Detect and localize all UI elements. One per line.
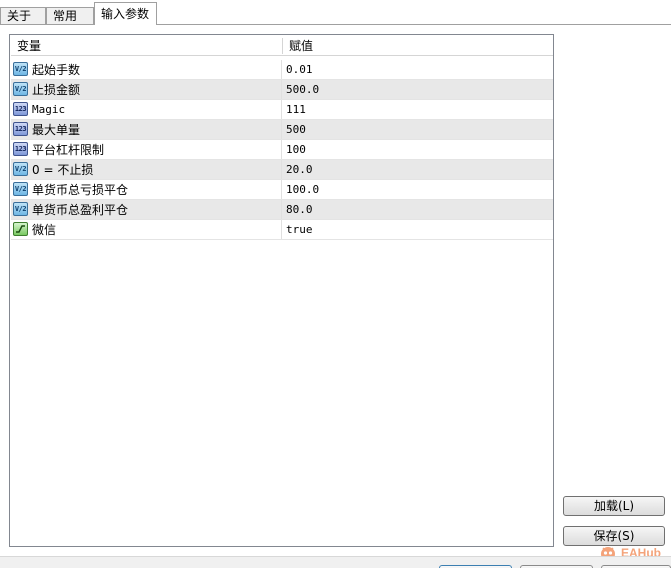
- double-type-icon: V/2: [13, 202, 28, 216]
- table-row[interactable]: 123 Magic 111: [11, 100, 553, 120]
- parameter-name: 单货币总盈利平仓: [32, 203, 129, 217]
- parameter-value[interactable]: true: [283, 220, 553, 239]
- name-cell: V/2 起始手数: [11, 60, 282, 79]
- name-cell: V/2 单货币总盈利平仓: [11, 200, 282, 219]
- table-row[interactable]: 123 最大单量 500: [11, 120, 553, 140]
- grid-rows: V/2 起始手数 0.01 V/2 止损金额 500.0 123 Magic 1…: [11, 60, 553, 240]
- parameter-name: 0 = 不止损: [32, 163, 94, 177]
- tab-input-parameters-label: 输入参数: [101, 7, 150, 21]
- parameter-name: 最大单量: [32, 123, 81, 137]
- tab-about[interactable]: 关于: [0, 7, 46, 24]
- name-cell: V/2 止损金额: [11, 80, 282, 99]
- int-type-icon: 123: [13, 102, 28, 116]
- name-cell: 123 最大单量: [11, 120, 282, 139]
- double-type-icon: V/2: [13, 162, 28, 176]
- tab-input-parameters[interactable]: 输入参数: [94, 2, 157, 25]
- parameter-value[interactable]: 111: [283, 100, 553, 119]
- tab-common[interactable]: 常用: [46, 7, 94, 24]
- name-cell: V/2 0 = 不止损: [11, 160, 282, 179]
- parameter-value[interactable]: 20.0: [283, 160, 553, 179]
- table-row[interactable]: 123 平台杠杆限制 100: [11, 140, 553, 160]
- tab-about-label: 关于: [7, 9, 32, 23]
- parameter-name: 止损金额: [32, 83, 81, 97]
- parameter-name: 起始手数: [32, 63, 81, 77]
- parameter-value[interactable]: 500.0: [283, 80, 553, 99]
- table-row[interactable]: V/2 止损金额 500.0: [11, 80, 553, 100]
- input-parameters-window: 关于 常用 输入参数 变量 赋值 V/2 起始手数 0.01 V/2 止损金额 …: [0, 0, 671, 568]
- bool-type-icon-glyph: [16, 225, 25, 233]
- parameter-value[interactable]: 500: [283, 120, 553, 139]
- parameters-grid[interactable]: 变量 赋值 V/2 起始手数 0.01 V/2 止损金额 500.0 123 M…: [9, 34, 554, 547]
- name-cell: V/2 单货币总亏损平仓: [11, 180, 282, 199]
- table-row[interactable]: V/2 0 = 不止损 20.0: [11, 160, 553, 180]
- parameter-name: 微信: [32, 223, 57, 237]
- int-type-icon: 123: [13, 122, 28, 136]
- column-header-value[interactable]: 赋值: [283, 36, 553, 55]
- parameter-value[interactable]: 0.01: [283, 60, 553, 79]
- parameter-value[interactable]: 80.0: [283, 200, 553, 219]
- parameter-name: 单货币总亏损平仓: [32, 183, 129, 197]
- grid-header: 变量 赋值: [11, 36, 553, 56]
- name-cell: 微信: [11, 220, 282, 239]
- parameter-value[interactable]: 100: [283, 140, 553, 159]
- parameter-value[interactable]: 100.0: [283, 180, 553, 199]
- table-row[interactable]: V/2 起始手数 0.01: [11, 60, 553, 80]
- parameter-name: 平台杠杆限制: [32, 143, 105, 157]
- name-cell: 123 平台杠杆限制: [11, 140, 282, 159]
- table-row[interactable]: V/2 单货币总亏损平仓 100.0: [11, 180, 553, 200]
- double-type-icon: V/2: [13, 82, 28, 96]
- name-cell: 123 Magic: [11, 100, 282, 119]
- int-type-icon: 123: [13, 142, 28, 156]
- tab-common-label: 常用: [53, 9, 78, 23]
- double-type-icon: V/2: [13, 62, 28, 76]
- parameter-name: Magic: [32, 103, 66, 116]
- table-row[interactable]: V/2 单货币总盈利平仓 80.0: [11, 200, 553, 220]
- double-type-icon: V/2: [13, 182, 28, 196]
- bool-type-icon: [13, 222, 28, 236]
- tab-strip: 关于 常用 输入参数: [0, 0, 671, 25]
- table-row[interactable]: 微信 true: [11, 220, 553, 240]
- load-button[interactable]: 加载(L): [563, 496, 665, 516]
- column-header-variable[interactable]: 变量: [11, 36, 282, 55]
